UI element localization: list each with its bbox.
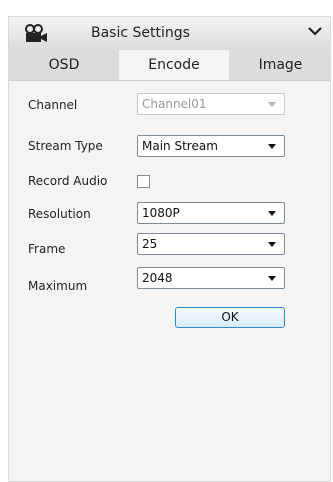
panel-header[interactable]: Basic Settings [9, 17, 330, 51]
tab-encode[interactable]: Encode [119, 50, 229, 80]
record-audio-label: Record Audio [28, 174, 108, 188]
stream-type-value: Main Stream [142, 139, 218, 153]
frame-value: 25 [142, 237, 158, 251]
dropdown-arrow-icon [268, 102, 276, 107]
dropdown-arrow-icon [268, 211, 276, 216]
channel-value: Channel01 [142, 97, 207, 111]
resolution-value: 1080P [142, 206, 180, 220]
camera-icon [24, 23, 50, 48]
tab-bar: OSD Encode Image [9, 50, 330, 81]
dropdown-arrow-icon [268, 276, 276, 281]
dropdown-arrow-icon [268, 242, 276, 247]
stream-type-select[interactable]: Main Stream [137, 135, 285, 157]
stream-type-label: Stream Type [28, 139, 103, 153]
chevron-down-icon[interactable] [308, 25, 322, 39]
record-audio-checkbox[interactable] [137, 175, 150, 188]
basic-settings-panel: Basic Settings OSD Encode Image Channel … [8, 16, 331, 482]
maximum-select[interactable]: 2048 [137, 267, 285, 289]
ok-button[interactable]: OK [175, 307, 285, 328]
channel-label: Channel [28, 98, 78, 112]
maximum-value: 2048 [142, 271, 173, 285]
maximum-label: Maximum [28, 279, 88, 293]
resolution-label: Resolution [28, 207, 91, 221]
dropdown-arrow-icon [268, 144, 276, 149]
frame-select[interactable]: 25 [137, 233, 285, 255]
frame-label: Frame [28, 242, 66, 256]
channel-select: Channel01 [137, 93, 285, 115]
panel-title: Basic Settings [91, 25, 190, 41]
resolution-select[interactable]: 1080P [137, 202, 285, 224]
tab-osd[interactable]: OSD [9, 50, 119, 80]
tab-image[interactable]: Image [229, 50, 332, 80]
